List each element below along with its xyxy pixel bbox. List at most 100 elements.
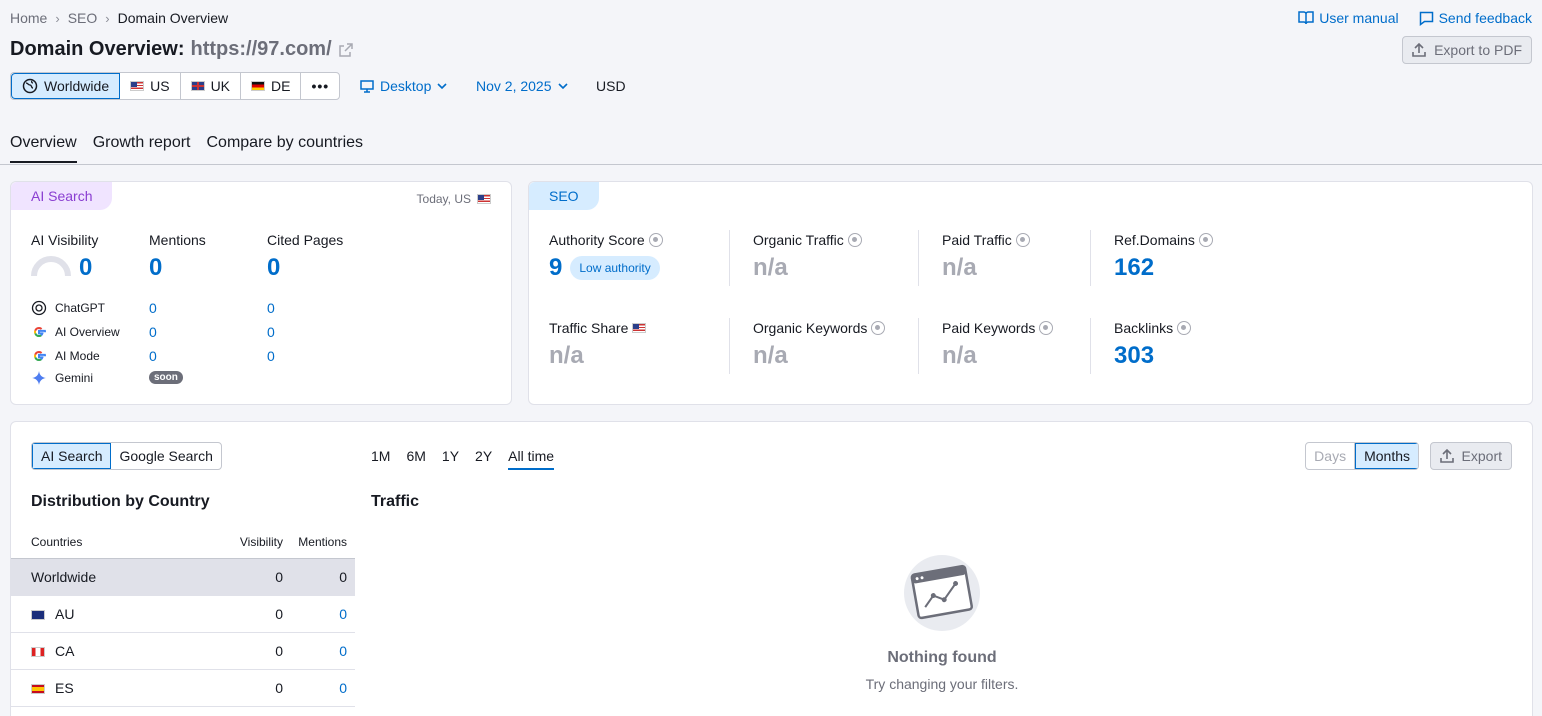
- distribution-card: AI Search Google Search 1M 6M 1Y 2Y All …: [10, 421, 1533, 716]
- info-icon[interactable]: [847, 233, 862, 247]
- table-row[interactable]: Worldwide 0 0: [11, 558, 355, 596]
- export-button[interactable]: Export: [1429, 442, 1512, 470]
- currency-label: USD: [596, 78, 626, 94]
- tab-growth-report[interactable]: Growth report: [93, 134, 191, 163]
- external-link-icon[interactable]: [338, 42, 354, 58]
- paid-keywords-text: Paid Keywords: [942, 320, 1036, 336]
- row-country-label: ES: [55, 680, 74, 696]
- ref-domains-value[interactable]: 162: [1114, 254, 1154, 282]
- col-countries: Countries: [31, 534, 83, 549]
- country-table: Countries Visibility Mentions: [11, 526, 355, 559]
- db-uk[interactable]: UK: [181, 73, 242, 99]
- device-dropdown[interactable]: Desktop: [360, 78, 447, 94]
- row-country: ES: [11, 669, 261, 707]
- ai-overview-cited[interactable]: 0: [267, 324, 275, 340]
- db-de[interactable]: DE: [241, 73, 302, 99]
- info-icon[interactable]: [871, 321, 886, 335]
- row-mentions-link[interactable]: 0: [283, 595, 355, 633]
- period-1y[interactable]: 1Y: [442, 448, 459, 470]
- export-label: Export: [1461, 448, 1502, 464]
- country-table-body: Worldwide 0 0 AU 0 0 CA 0 0 ES 0 0: [11, 558, 355, 707]
- period-2y[interactable]: 2Y: [475, 448, 492, 470]
- granularity-toggle: Days Months: [1305, 442, 1419, 470]
- table-row[interactable]: ES 0 0: [11, 669, 355, 707]
- ai-search-pill: AI Search: [11, 182, 113, 210]
- ai-visibility-gauge-icon: [31, 256, 71, 281]
- breadcrumb: Home › SEO › Domain Overview: [10, 10, 228, 26]
- uk-flag-icon: [190, 81, 205, 91]
- domain-link[interactable]: https://97.com/: [191, 38, 332, 61]
- db-worldwide[interactable]: Worldwide: [11, 73, 121, 99]
- row-mentions-link[interactable]: 0: [283, 669, 355, 707]
- toggle-days[interactable]: Days: [1306, 443, 1356, 469]
- breadcrumb-home[interactable]: Home: [10, 10, 47, 26]
- chevron-down-icon: [437, 82, 447, 89]
- export-pdf-button[interactable]: Export to PDF: [1402, 36, 1532, 64]
- cited-pages-label: Cited Pages: [267, 232, 344, 248]
- ai-date-text: Today, US: [416, 192, 471, 206]
- authority-score-value[interactable]: 9: [549, 254, 562, 282]
- ai-date-label: Today, US: [417, 192, 491, 206]
- table-row[interactable]: AU 0 0: [11, 595, 355, 633]
- source-chatgpt-label: ChatGPT: [55, 301, 106, 315]
- feedback-icon: [1419, 11, 1433, 26]
- search-type-toggle: AI Search Google Search: [31, 442, 222, 470]
- source-ai-mode: AI Mode: [31, 348, 100, 364]
- ai-overview-mentions[interactable]: 0: [149, 324, 157, 340]
- period-6m[interactable]: 6M: [406, 448, 425, 470]
- info-icon[interactable]: [1177, 321, 1192, 335]
- chatgpt-mentions[interactable]: 0: [149, 300, 157, 316]
- ai-search-card: AI Search Today, US AI Visibility 0 Ment…: [10, 181, 512, 405]
- tab-compare-by-countries[interactable]: Compare by countries: [207, 134, 364, 163]
- row-mentions: 0: [283, 558, 355, 596]
- paid-traffic-text: Paid Traffic: [942, 232, 1012, 248]
- ai-mode-cited[interactable]: 0: [267, 348, 275, 364]
- info-icon[interactable]: [648, 233, 663, 247]
- google-icon: [33, 326, 46, 338]
- divider: [729, 318, 730, 374]
- col-visibility: Visibility: [239, 534, 283, 549]
- user-manual-link[interactable]: User manual: [1298, 10, 1399, 26]
- backlinks-value[interactable]: 303: [1114, 342, 1154, 370]
- ai-mode-mentions[interactable]: 0: [149, 348, 157, 364]
- divider: [918, 230, 919, 286]
- ref-domains-label: Ref.Domains: [1114, 232, 1213, 248]
- db-de-label: DE: [271, 78, 291, 94]
- info-icon[interactable]: [1198, 233, 1213, 247]
- toggle-months[interactable]: Months: [1355, 443, 1418, 469]
- period-all-time[interactable]: All time: [508, 448, 555, 470]
- breadcrumb-seo[interactable]: SEO: [68, 10, 98, 26]
- row-visibility: 0: [260, 595, 283, 633]
- empty-title: Nothing found: [887, 649, 997, 666]
- google-icon: [33, 350, 46, 362]
- toggle-google-search[interactable]: Google Search: [111, 443, 220, 469]
- row-country: AU: [11, 595, 261, 633]
- backlinks-label: Backlinks: [1114, 320, 1192, 336]
- page-title: Domain Overview: https://97.com/: [10, 38, 354, 61]
- source-ai-overview: AI Overview: [31, 324, 120, 340]
- ai-visibility-label: AI Visibility: [31, 232, 99, 248]
- row-mentions-link[interactable]: 0: [283, 632, 355, 670]
- toggle-ai-search[interactable]: AI Search: [32, 443, 112, 469]
- more-databases-button[interactable]: •••: [301, 73, 339, 99]
- info-icon[interactable]: [1015, 233, 1030, 247]
- traffic-share-value: n/a: [549, 342, 584, 369]
- period-1m[interactable]: 1M: [371, 448, 390, 470]
- info-icon[interactable]: [1039, 321, 1054, 335]
- au-flag-icon: [31, 610, 45, 621]
- source-chatgpt: ChatGPT: [31, 300, 105, 316]
- source-gemini-label: Gemini: [55, 371, 94, 385]
- table-row[interactable]: CA 0 0: [11, 632, 355, 670]
- cited-pages-value[interactable]: 0: [267, 254, 280, 282]
- device-label: Desktop: [380, 78, 432, 94]
- chatgpt-cited[interactable]: 0: [267, 300, 275, 316]
- top-links: User manual Send feedback: [1298, 10, 1532, 26]
- date-dropdown[interactable]: Nov 2, 2025: [476, 78, 568, 94]
- date-label: Nov 2, 2025: [476, 78, 552, 94]
- ai-visibility-value[interactable]: 0: [79, 254, 92, 282]
- send-feedback-link[interactable]: Send feedback: [1419, 10, 1532, 26]
- tab-overview[interactable]: Overview: [10, 134, 77, 163]
- db-us[interactable]: US: [120, 73, 181, 99]
- mentions-value[interactable]: 0: [149, 254, 162, 282]
- organic-traffic-label: Organic Traffic: [753, 232, 862, 248]
